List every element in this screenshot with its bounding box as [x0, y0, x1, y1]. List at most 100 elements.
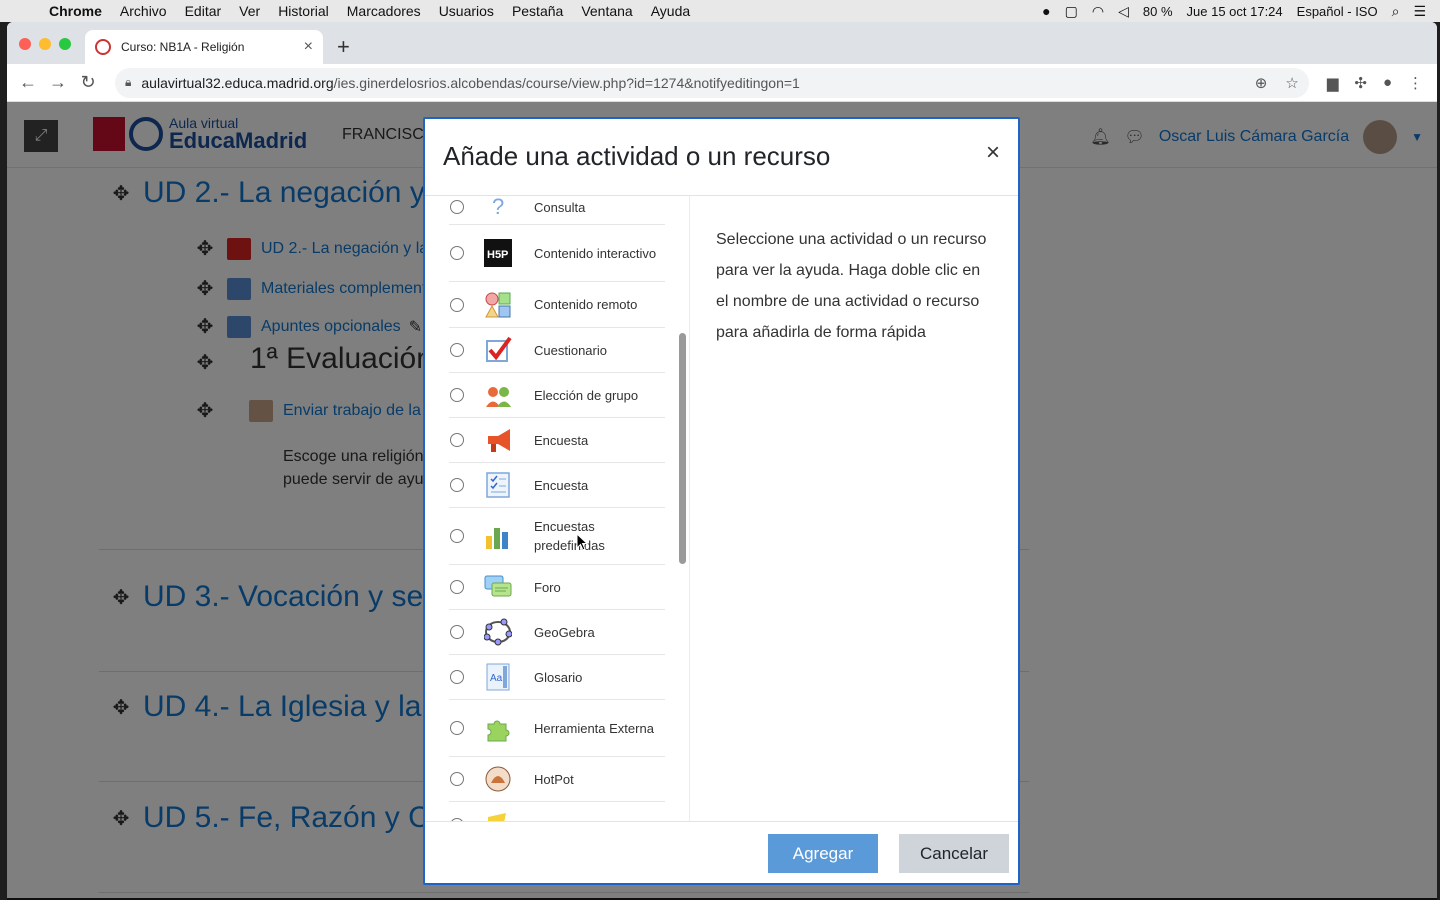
- option-consulta[interactable]: ? Consulta: [449, 196, 665, 225]
- svg-text:Aa: Aa: [490, 673, 503, 684]
- hotpot-icon: [484, 765, 512, 793]
- box-icon[interactable]: ▢: [1065, 3, 1078, 20]
- option-label: GeoGebra: [534, 624, 595, 640]
- option-radio[interactable]: [450, 433, 464, 447]
- close-icon[interactable]: ×: [986, 139, 1000, 167]
- option-encuestas-predefinidas[interactable]: Encuestas predefinidas: [449, 508, 665, 565]
- option-radio[interactable]: [450, 343, 464, 357]
- option-label: Herramienta Externa: [534, 720, 654, 736]
- option-radio[interactable]: [450, 670, 464, 684]
- option-radio[interactable]: [450, 772, 464, 786]
- svg-text:H5P: H5P: [487, 249, 508, 261]
- option-radio[interactable]: [450, 625, 464, 639]
- tab-title: Curso: NB1A - Religión: [121, 40, 245, 54]
- option-radio[interactable]: [450, 200, 464, 214]
- option-foro[interactable]: Foro: [449, 565, 665, 610]
- input-source[interactable]: Español - ISO: [1297, 4, 1378, 19]
- option-label: Encuesta: [534, 432, 589, 448]
- option-label: Cuestionario: [534, 342, 607, 358]
- option-radio[interactable]: [450, 721, 464, 735]
- control-center-icon[interactable]: ☰: [1413, 3, 1426, 20]
- browser-menu-icon[interactable]: ⋮: [1408, 74, 1423, 92]
- help-text: Seleccione una actividad o un recurso pa…: [716, 231, 987, 341]
- lock-icon[interactable]: 🔒︎: [125, 75, 131, 90]
- battery-percent[interactable]: 80 %: [1143, 4, 1173, 19]
- option-herramienta-externa[interactable]: Herramienta Externa: [449, 700, 665, 757]
- option-contenido-interactivo[interactable]: H5P Contenido interactivo: [449, 225, 665, 282]
- option-radio[interactable]: [450, 580, 464, 594]
- option-radio[interactable]: [450, 246, 464, 260]
- menu-historial[interactable]: Historial: [269, 3, 338, 19]
- url-host: aulavirtual32.educa.madrid.org: [141, 74, 334, 91]
- new-tab-icon[interactable]: +: [337, 34, 350, 60]
- add-button[interactable]: Agregar: [768, 834, 878, 873]
- puzzle-icon: [484, 714, 512, 742]
- modal-footer: Agregar Cancelar: [425, 821, 1018, 883]
- menu-ayuda[interactable]: Ayuda: [642, 3, 699, 19]
- option-radio[interactable]: [450, 529, 464, 543]
- option-label: Elección de grupo: [534, 387, 639, 403]
- svg-text:?: ?: [492, 196, 504, 219]
- tab-close-icon[interactable]: ×: [304, 38, 313, 56]
- option-encuesta-feedback[interactable]: Encuesta: [449, 418, 665, 463]
- option-radio[interactable]: [450, 388, 464, 402]
- people-icon: [484, 381, 512, 409]
- option-label: Contenido interactivo: [534, 245, 657, 261]
- menu-ventana[interactable]: Ventana: [572, 3, 641, 19]
- help-pane: Seleccione una actividad o un recurso pa…: [689, 196, 1018, 821]
- option-radio[interactable]: [450, 297, 464, 312]
- close-window-icon[interactable]: [19, 38, 31, 50]
- option-label: Encuestas predefinidas: [534, 519, 605, 553]
- url-path: /ies.ginerdelosrios.alcobendas/course/vi…: [333, 74, 800, 91]
- zoom-icon[interactable]: ⊕: [1255, 74, 1268, 92]
- menu-usuarios[interactable]: Usuarios: [430, 3, 503, 19]
- forward-icon[interactable]: →: [43, 72, 73, 93]
- option-partial-next[interactable]: [449, 802, 665, 821]
- macos-menubar: Chrome Archivo Editar Ver Historial Marc…: [0, 0, 1440, 22]
- option-glosario[interactable]: Aa Glosario: [449, 655, 665, 700]
- option-geogebra[interactable]: GeoGebra: [449, 610, 665, 655]
- browser-tab[interactable]: Curso: NB1A - Religión ×: [85, 30, 323, 64]
- option-label: Foro: [534, 579, 561, 595]
- datetime[interactable]: Jue 15 oct 17:24: [1187, 4, 1283, 19]
- menu-ver[interactable]: Ver: [230, 3, 269, 19]
- favicon-icon: [95, 39, 111, 55]
- option-label: Encuesta: [534, 477, 589, 493]
- activity-option-list[interactable]: ? Consulta H5P Contenido interactivo Con…: [425, 196, 689, 821]
- puzzle-extensions-icon[interactable]: ✣: [1354, 74, 1367, 92]
- address-bar[interactable]: 🔒︎ aulavirtual32.educa.madrid.org/ies.gi…: [115, 67, 1309, 98]
- option-contenido-remoto[interactable]: Contenido remoto: [449, 282, 665, 328]
- menu-pestana[interactable]: Pestaña: [503, 3, 572, 19]
- browser-toolbar: ← → ↻ 🔒︎ aulavirtual32.educa.madrid.org /…: [7, 64, 1437, 102]
- profile-avatar-icon[interactable]: ●: [1383, 74, 1392, 92]
- menu-app-name[interactable]: Chrome: [40, 3, 111, 19]
- question-icon: ?: [484, 196, 512, 221]
- volume-icon[interactable]: ◁: [1118, 3, 1129, 20]
- menu-archivo[interactable]: Archivo: [111, 3, 176, 19]
- extension-icon[interactable]: ▆: [1327, 74, 1339, 92]
- h5p-icon: H5P: [484, 239, 512, 267]
- cancel-button[interactable]: Cancelar: [899, 834, 1009, 873]
- record-icon[interactable]: ●: [1042, 3, 1050, 19]
- minimize-window-icon[interactable]: [39, 38, 51, 50]
- shapes-icon: [484, 291, 512, 319]
- modal-header: Añade una actividad o un recurso ×: [425, 119, 1018, 196]
- option-hotpot[interactable]: HotPot: [449, 757, 665, 802]
- option-label: Contenido remoto: [534, 297, 638, 312]
- option-encuesta-survey[interactable]: Encuesta: [449, 463, 665, 508]
- option-label: Consulta: [534, 199, 586, 215]
- option-eleccion-grupo[interactable]: Elección de grupo: [449, 373, 665, 418]
- option-list-scroll-thumb[interactable]: [679, 333, 686, 564]
- menu-editar[interactable]: Editar: [176, 3, 231, 19]
- option-radio[interactable]: [450, 478, 464, 492]
- zoom-window-icon[interactable]: [59, 38, 71, 50]
- reload-icon[interactable]: ↻: [73, 72, 103, 93]
- back-icon[interactable]: ←: [13, 72, 43, 93]
- window-controls: [19, 38, 71, 50]
- geogebra-icon: [484, 618, 512, 646]
- bookmark-star-icon[interactable]: ☆: [1285, 74, 1298, 92]
- wifi-icon[interactable]: ◠: [1092, 3, 1104, 20]
- search-icon[interactable]: ⌕: [1392, 3, 1400, 20]
- menu-marcadores[interactable]: Marcadores: [338, 3, 430, 19]
- option-cuestionario[interactable]: Cuestionario: [449, 328, 665, 373]
